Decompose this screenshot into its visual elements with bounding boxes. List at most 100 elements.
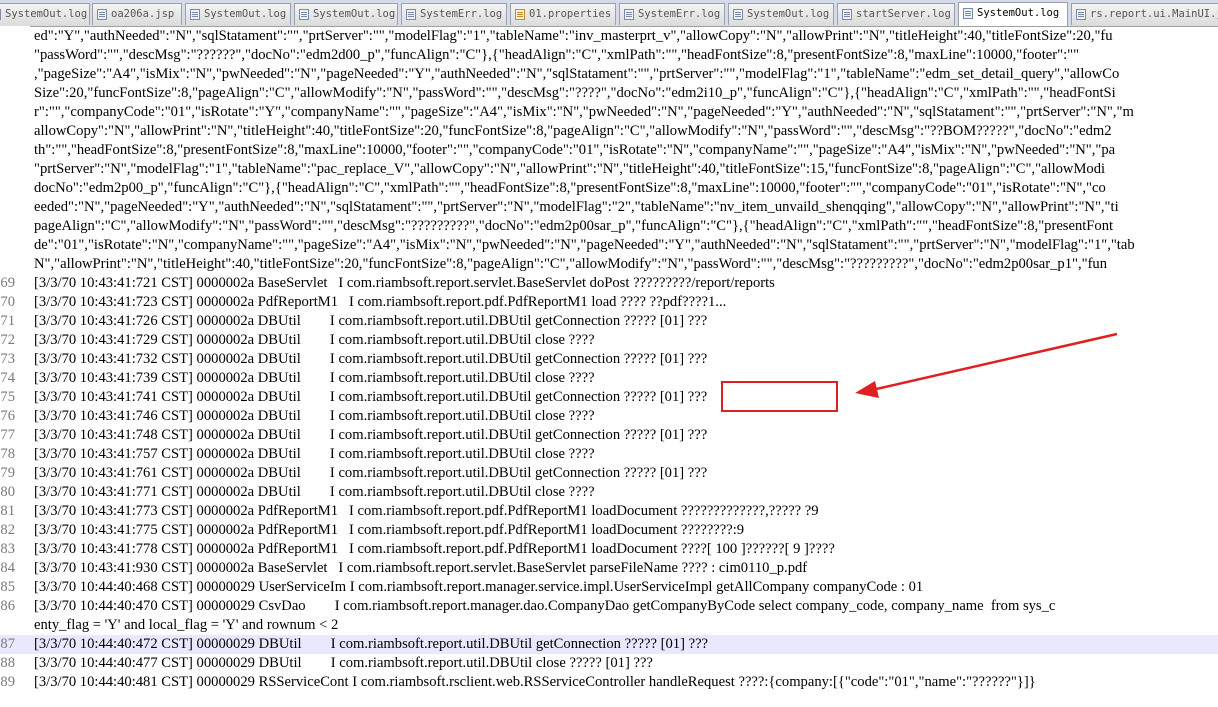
log-line[interactable]: 83 [3/3/70 10:43:41:778 CST] 0000002a Pdf…	[0, 540, 1218, 559]
annotation-highlight-box	[721, 381, 838, 412]
line-text: [3/3/70 10:44:40:481 CST] 00000029 RSSer…	[34, 674, 1036, 690]
tab-startserver-log[interactable]: startServer.log	[837, 3, 955, 25]
line-text: docNo":"edm2p00_p","funcAlign":"C"},{"he…	[34, 180, 1106, 196]
tab-label: SystemOut.log	[313, 8, 396, 20]
log-line[interactable]: 89 [3/3/70 10:44:40:481 CST] 00000029 RSS…	[0, 673, 1218, 692]
line-number: 69	[0, 275, 15, 291]
log-line[interactable]: docNo":"edm2p00_p","funcAlign":"C"},{"he…	[0, 179, 1218, 198]
log-line[interactable]: 74 [3/3/70 10:43:41:739 CST] 0000002a DBU…	[0, 369, 1218, 388]
log-line[interactable]: 72 [3/3/70 10:43:41:729 CST] 0000002a DBU…	[0, 331, 1218, 350]
log-line[interactable]: eeded":"N","pageNeeded":"Y","authNeeded"…	[0, 198, 1218, 217]
log-line[interactable]: de":"01","isRotate":"N","companyName":""…	[0, 236, 1218, 255]
tab-systemout-3[interactable]: SystemOut.log	[294, 3, 398, 25]
log-line[interactable]: Size":20,"funcFontSize":8,"pageAlign":"C…	[0, 84, 1218, 103]
log-line[interactable]: 80 [3/3/70 10:43:41:771 CST] 0000002a DBU…	[0, 483, 1218, 502]
line-text: th":"","headFontSize":8,"presentFontSize…	[34, 142, 1116, 158]
line-text: [3/3/70 10:43:41:723 CST] 0000002a PdfRe…	[34, 294, 727, 310]
line-text: [3/3/70 10:44:40:468 CST] 00000029 UserS…	[34, 579, 924, 595]
line-number: 88	[0, 655, 15, 671]
log-line[interactable]: allowCopy":"N","allowPrint":"N","titleHe…	[0, 122, 1218, 141]
line-text: [3/3/70 10:43:41:741 CST] 0000002a DBUti…	[34, 389, 708, 405]
tab-label: startServer.log	[856, 8, 951, 20]
file-icon	[0, 9, 1, 20]
file-icon	[97, 9, 107, 20]
log-line[interactable]: 77 [3/3/70 10:43:41:748 CST] 0000002a DBU…	[0, 426, 1218, 445]
line-number: 75	[0, 389, 15, 405]
tab-systemout-1[interactable]: SystemOut.log	[0, 3, 90, 25]
log-line[interactable]: 87 [3/3/70 10:44:40:472 CST] 00000029 DBU…	[0, 635, 1218, 654]
line-text: [3/3/70 10:43:41:748 CST] 0000002a DBUti…	[34, 427, 708, 443]
line-number: 86	[0, 598, 15, 614]
log-line[interactable]: "passWord":"","descMsg":"??????","docNo"…	[0, 46, 1218, 65]
line-text: [3/3/70 10:43:41:773 CST] 0000002a PdfRe…	[34, 503, 819, 519]
line-text: [3/3/70 10:43:41:761 CST] 0000002a DBUti…	[34, 465, 708, 481]
line-text: N","allowPrint":"N","titleHeight":40,"ti…	[34, 256, 1108, 272]
tab-systemerr-2[interactable]: SystemErr.log	[619, 3, 725, 25]
file-icon	[190, 9, 200, 20]
line-text: "passWord":"","descMsg":"??????","docNo"…	[34, 47, 1080, 63]
log-line[interactable]: ,"pageSize":"A4","isMix":"N","pwNeeded":…	[0, 65, 1218, 84]
log-line[interactable]: ed":"Y","authNeeded":"N","sqlStatament":…	[0, 27, 1218, 46]
line-text: [3/3/70 10:43:41:930 CST] 0000002a BaseS…	[34, 560, 808, 576]
tab-systemerr-1[interactable]: SystemErr.log	[401, 3, 507, 25]
line-text: de":"01","isRotate":"N","companyName":""…	[34, 237, 1135, 253]
log-line[interactable]: 70 [3/3/70 10:43:41:723 CST] 0000002a Pdf…	[0, 293, 1218, 312]
line-text: [3/3/70 10:43:41:778 CST] 0000002a PdfRe…	[34, 541, 835, 557]
line-number: 73	[0, 351, 15, 367]
log-line[interactable]: 86 [3/3/70 10:44:40:470 CST] 00000029 Csv…	[0, 597, 1218, 616]
tab-mainui-java[interactable]: rs.report.ui.MainUI.j	[1071, 3, 1218, 25]
log-line[interactable]: 69 [3/3/70 10:43:41:721 CST] 0000002a Bas…	[0, 274, 1218, 293]
log-line[interactable]: th":"","headFontSize":8,"presentFontSize…	[0, 141, 1218, 160]
tab-label: SystemOut.log	[204, 8, 287, 20]
line-text: [3/3/70 10:43:41:729 CST] 0000002a DBUti…	[34, 332, 595, 348]
log-line[interactable]: 78 [3/3/70 10:43:41:757 CST] 0000002a DBU…	[0, 445, 1218, 464]
file-icon	[299, 9, 309, 20]
tab-systemout-active[interactable]: SystemOut.log	[958, 2, 1068, 26]
log-line[interactable]: "prtServer":"N","modelFlag":"1","tableNa…	[0, 160, 1218, 179]
tab-label: rs.report.ui.MainUI.j	[1090, 8, 1218, 20]
line-number: 79	[0, 465, 15, 481]
log-line[interactable]: N","allowPrint":"N","titleHeight":40,"ti…	[0, 255, 1218, 274]
line-text: [3/3/70 10:43:41:732 CST] 0000002a DBUti…	[34, 351, 708, 367]
log-line[interactable]: 88 [3/3/70 10:44:40:477 CST] 00000029 DBU…	[0, 654, 1218, 673]
line-number: 80	[0, 484, 15, 500]
line-text: ,"pageSize":"A4","isMix":"N","pwNeeded":…	[34, 66, 1120, 82]
line-number: 89	[0, 674, 15, 690]
line-number: 78	[0, 446, 15, 462]
line-number: 76	[0, 408, 15, 424]
log-line[interactable]: 85 [3/3/70 10:44:40:468 CST] 00000029 Use…	[0, 578, 1218, 597]
log-line[interactable]: 81 [3/3/70 10:43:41:773 CST] 0000002a Pdf…	[0, 502, 1218, 521]
line-text: [3/3/70 10:43:41:757 CST] 0000002a DBUti…	[34, 446, 595, 462]
log-line[interactable]: enty_flag = 'Y' and local_flag = 'Y' and…	[0, 616, 1218, 635]
log-line[interactable]: r":"","companyCode":"01","isRotate":"Y",…	[0, 103, 1218, 122]
log-line[interactable]: 84 [3/3/70 10:43:41:930 CST] 0000002a Bas…	[0, 559, 1218, 578]
tab-label: SystemErr.log	[420, 8, 503, 20]
line-text: enty_flag = 'Y' and local_flag = 'Y' and…	[34, 617, 339, 633]
log-editor[interactable]: ed":"Y","authNeeded":"N","sqlStatament":…	[0, 26, 1218, 707]
tab-systemout-4[interactable]: SystemOut.log	[728, 3, 834, 25]
line-number: 74	[0, 370, 15, 386]
line-number: 84	[0, 560, 15, 576]
line-text: [3/3/70 10:43:41:721 CST] 0000002a BaseS…	[34, 275, 775, 291]
line-text: pageAlign":"C","allowModify":"N","passWo…	[34, 218, 1114, 234]
tab-systemout-2[interactable]: SystemOut.log	[185, 3, 291, 25]
log-line[interactable]: 71 [3/3/70 10:43:41:726 CST] 0000002a DBU…	[0, 312, 1218, 331]
line-text: allowCopy":"N","allowPrint":"N","titleHe…	[34, 123, 1112, 139]
tab-oa206a-jsp[interactable]: oa206a.jsp	[92, 3, 182, 25]
file-icon	[842, 9, 852, 20]
tab-label: SystemOut.log	[747, 8, 830, 20]
tab-label: oa206a.jsp	[111, 8, 175, 20]
file-icon	[406, 9, 416, 20]
tab-label: SystemErr.log	[638, 8, 721, 20]
log-line[interactable]: 75 [3/3/70 10:43:41:741 CST] 0000002a DBU…	[0, 388, 1218, 407]
log-line[interactable]: 82 [3/3/70 10:43:41:775 CST] 0000002a Pdf…	[0, 521, 1218, 540]
line-number: 72	[0, 332, 15, 348]
line-number: 77	[0, 427, 15, 443]
line-number: 85	[0, 579, 15, 595]
log-line[interactable]: pageAlign":"C","allowModify":"N","passWo…	[0, 217, 1218, 236]
tab-01-properties[interactable]: 01.properties	[510, 3, 616, 25]
log-line[interactable]: 79 [3/3/70 10:43:41:761 CST] 0000002a DBU…	[0, 464, 1218, 483]
log-line[interactable]: 73 [3/3/70 10:43:41:732 CST] 0000002a DBU…	[0, 350, 1218, 369]
line-text: eeded":"N","pageNeeded":"Y","authNeeded"…	[34, 199, 1119, 215]
log-line[interactable]: 76 [3/3/70 10:43:41:746 CST] 0000002a DBU…	[0, 407, 1218, 426]
